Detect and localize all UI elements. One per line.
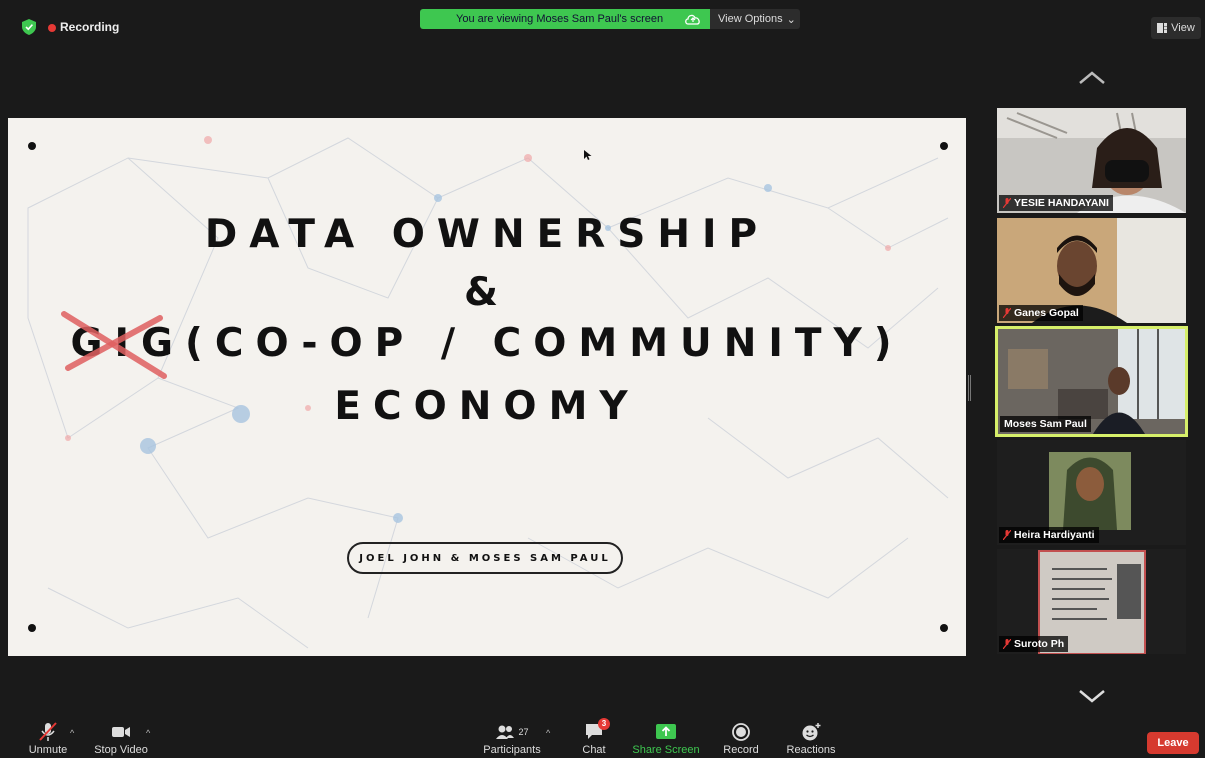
record-icon [732, 723, 750, 741]
muted-mic-icon [1003, 530, 1011, 540]
video-camera-icon [112, 727, 130, 737]
slide-title-line1: DATA OWNERSHIP [204, 212, 770, 257]
view-button[interactable]: View [1151, 17, 1201, 39]
participant-name-label: Moses Sam Paul [1000, 416, 1091, 432]
reactions-label: Reactions [786, 744, 836, 756]
reactions-button[interactable]: Reactions [784, 722, 838, 756]
muted-microphone-icon [39, 722, 57, 741]
participant-name: YESIE HANDAYANI [1014, 197, 1109, 209]
participants-button[interactable]: 27 Participants [480, 722, 544, 756]
participant-name: Suroto Ph [1014, 638, 1065, 650]
participant-tile-active-speaker[interactable]: Moses Sam Paul [995, 326, 1188, 437]
share-screen-button[interactable]: Share Screen [632, 722, 700, 756]
video-options-caret-icon[interactable]: ^ [146, 728, 150, 738]
unmute-label: Unmute [28, 744, 68, 756]
record-button[interactable]: Record [721, 722, 761, 756]
participant-name-label: Suroto Ph [999, 636, 1069, 652]
leave-meeting-button[interactable]: Leave [1147, 732, 1199, 754]
stop-video-label: Stop Video [94, 744, 148, 756]
slide-corner-dot [28, 142, 36, 150]
stop-video-button[interactable]: Stop Video [92, 722, 150, 756]
muted-mic-icon [1003, 639, 1011, 649]
participants-label: Participants [483, 744, 541, 756]
unmute-button[interactable]: Unmute [26, 722, 70, 756]
chevron-down-icon: ⌄ [786, 13, 796, 26]
participants-icon-group: 27 [480, 722, 544, 742]
audio-options-caret-icon[interactable]: ^ [70, 728, 74, 738]
authors-pill: JOEL JOHN & MOSES SAM PAUL [347, 542, 623, 574]
slide-corner-dot [940, 624, 948, 632]
recording-dot-icon [48, 23, 56, 32]
view-options-label: View Options [718, 13, 783, 25]
recording-label: Recording [60, 20, 120, 34]
participant-name: Moses Sam Paul [1004, 418, 1087, 430]
mouse-cursor-icon [584, 150, 592, 160]
chat-unread-badge: 3 [598, 718, 610, 730]
participants-count: 27 [518, 727, 529, 737]
recording-indicator[interactable]: Recording [48, 20, 119, 34]
meeting-toolbar: Unmute ^ Stop Video ^ 27 Participants ^ … [0, 718, 1205, 758]
muted-mic-icon [1003, 198, 1011, 208]
participant-tile[interactable]: Suroto Ph [997, 549, 1186, 654]
add-reaction-icon [802, 723, 821, 741]
view-options-dropdown[interactable]: View Options ⌄ [710, 9, 800, 29]
participant-name: Heira Hardiyanti [1014, 529, 1095, 541]
chevron-down-icon[interactable] [1077, 688, 1107, 704]
participants-options-caret-icon[interactable]: ^ [546, 728, 550, 738]
participant-name-label: Ganes Gopal [999, 305, 1083, 321]
panel-resize-handle[interactable] [968, 375, 971, 401]
share-screen-label: Share Screen [632, 744, 700, 756]
security-shield-icon[interactable] [22, 19, 36, 35]
top-status: Recording [22, 19, 119, 35]
chevron-up-icon[interactable] [1077, 70, 1107, 86]
chat-label: Chat [582, 744, 606, 756]
participant-tile[interactable]: Heira Hardiyanti [997, 440, 1186, 545]
record-label: Record [723, 744, 759, 756]
screen-share-banner: You are viewing Moses Sam Paul's screen [420, 9, 710, 29]
banner-text: You are viewing Moses Sam Paul's screen [456, 13, 664, 25]
share-screen-icon [656, 724, 676, 739]
red-strikethrough-mark [61, 311, 167, 379]
participant-name-label: Heira Hardiyanti [999, 527, 1099, 543]
participants-icon [496, 725, 515, 739]
view-button-label: View [1171, 22, 1195, 34]
muted-mic-icon [1003, 308, 1011, 318]
slide-title-line4: ECONOMY [334, 384, 640, 429]
chat-button[interactable]: 3 Chat [578, 718, 610, 756]
view-layout-icon [1157, 23, 1168, 33]
slide-corner-dot [28, 624, 36, 632]
participant-name: Ganes Gopal [1014, 307, 1079, 319]
participant-tile[interactable]: YESIE HANDAYANI [997, 108, 1186, 213]
zoom-meeting-window: Recording You are viewing Moses Sam Paul… [0, 0, 1205, 758]
slide-corner-dot [940, 142, 948, 150]
participant-name-label: YESIE HANDAYANI [999, 195, 1113, 211]
shared-screen-slide[interactable]: DATA OWNERSHIP & GIG(CO-OP / COMMUNITY) … [8, 118, 966, 656]
participant-tile[interactable]: Ganes Gopal [997, 218, 1186, 323]
chat-icon-wrap: 3 [584, 718, 610, 742]
cloud-icon [685, 14, 700, 25]
